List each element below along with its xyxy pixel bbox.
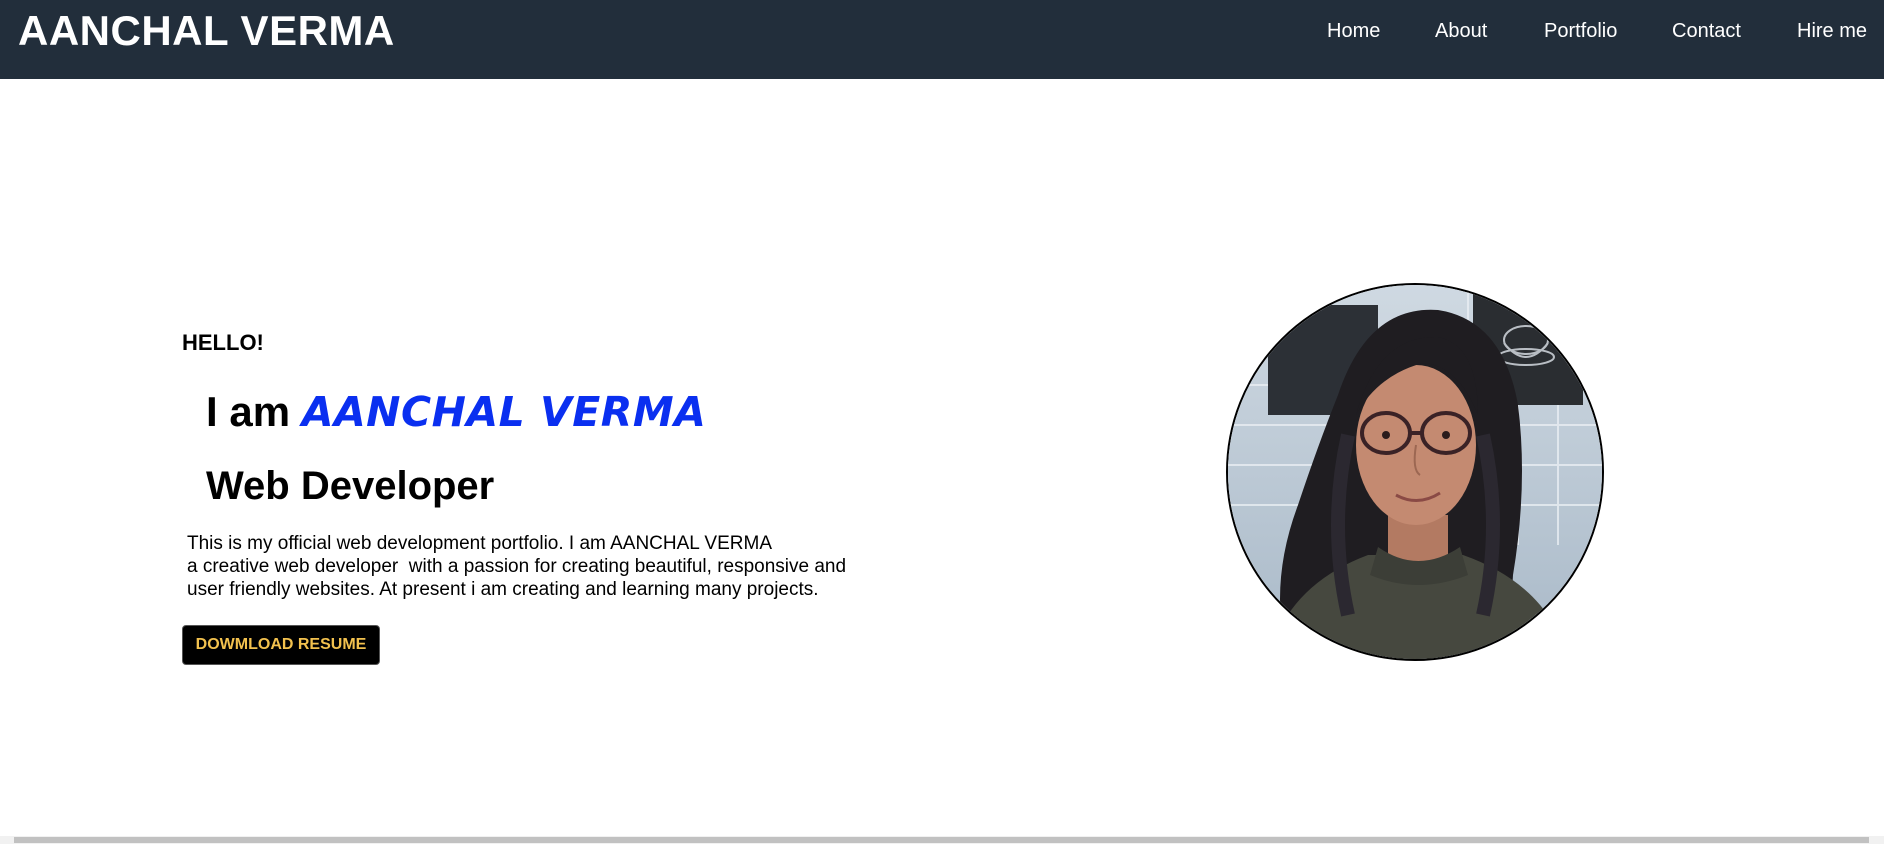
bio-line: This is my official web development port… <box>187 533 773 554</box>
nav-hire-me-link[interactable]: Hire me <box>1797 20 1867 43</box>
intro-name: AANCHAL VERMA <box>301 388 707 436</box>
site-brand[interactable]: AANCHAL VERMA <box>18 7 395 55</box>
bio-line: user friendly websites. At present i am … <box>187 579 819 600</box>
bio-paragraph: This is my official web development port… <box>187 532 907 601</box>
horizontal-scrollbar[interactable] <box>0 836 1884 844</box>
profile-photo <box>1226 283 1604 661</box>
intro-prefix: I am <box>206 388 302 435</box>
download-resume-button[interactable]: DOWMLOAD RESUME <box>182 625 380 665</box>
bio-line: a creative web developer with a passion … <box>187 556 847 577</box>
scrollbar-thumb[interactable] <box>14 837 1869 843</box>
nav-about-link[interactable]: About <box>1435 20 1487 43</box>
intro-heading: I am AANCHAL VERMA <box>206 388 706 436</box>
nav-home-link[interactable]: Home <box>1327 20 1380 43</box>
role-heading: Web Developer <box>206 464 495 508</box>
nav-contact-link[interactable]: Contact <box>1672 20 1741 43</box>
greeting: HELLO! <box>182 330 264 355</box>
navbar: AANCHAL VERMA Home About Portfolio Conta… <box>0 0 1884 79</box>
nav-portfolio-link[interactable]: Portfolio <box>1544 20 1617 43</box>
profile-photo-illustration <box>1228 285 1602 659</box>
